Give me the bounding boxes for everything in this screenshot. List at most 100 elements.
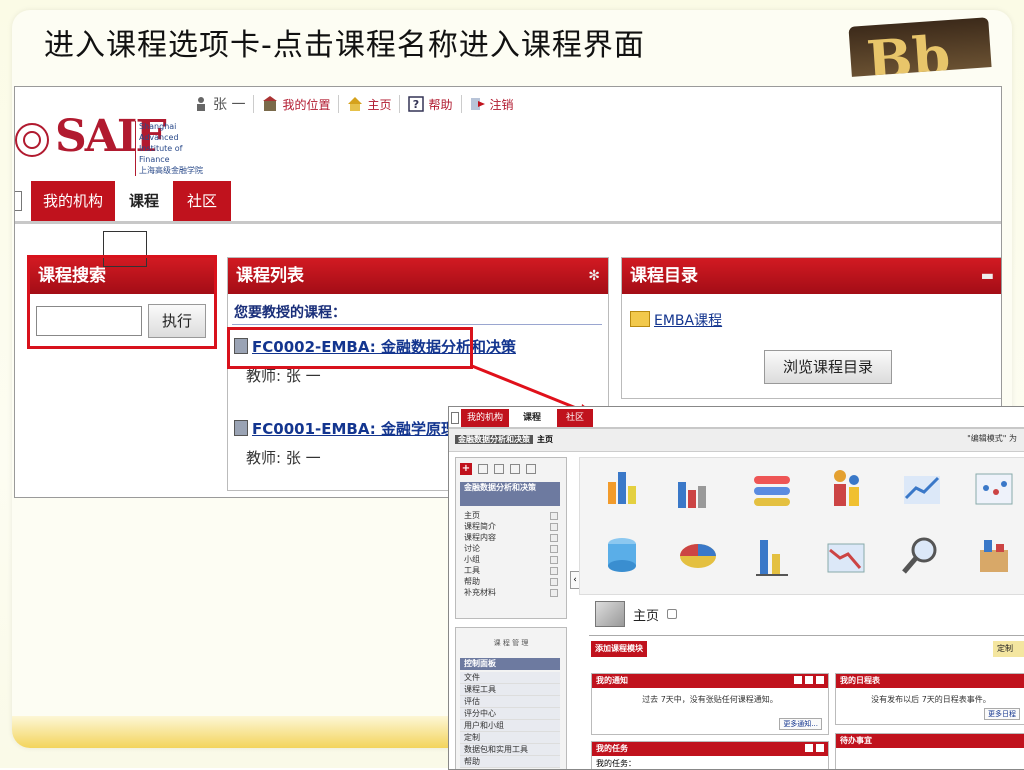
control-panel-item[interactable]: 用户和小组: [460, 720, 560, 732]
module-close-icon[interactable]: [816, 676, 824, 684]
saif-seal-icon: [15, 123, 49, 157]
scatter-icon: [975, 473, 1013, 505]
menu-item[interactable]: 课程简介: [464, 521, 560, 532]
calendar-body: 没有发布以后 7天的日程表事件。: [871, 695, 991, 704]
column-icon: [756, 540, 788, 576]
pie-chart-icon: [680, 544, 716, 568]
control-panel-item[interactable]: 文件: [460, 672, 560, 684]
breadcrumb-bar: 金融数据分析和决策 主页 "编辑模式" 为: [449, 429, 1024, 452]
course-list-subtitle: 您要教授的课程：: [234, 305, 346, 321]
course-menu-title: 金融数据分析和决策: [460, 482, 560, 506]
calendar-module: 我的日程表 没有发布以后 7天的日程表事件。 更多日程: [835, 673, 1024, 725]
home-icon: [348, 97, 363, 111]
menu-item[interactable]: 工具: [464, 565, 560, 576]
help-link[interactable]: ? 帮助: [408, 96, 453, 113]
todo-title: 待办事宜: [840, 736, 872, 745]
user-menu[interactable]: 张 一: [193, 94, 245, 114]
trend-down-icon: [827, 543, 865, 573]
cylinder-icon: [608, 538, 636, 572]
home-page-icon: [595, 601, 625, 627]
breadcrumb-home: 主页: [537, 435, 553, 444]
control-panel-item[interactable]: 评分中心: [460, 708, 560, 720]
building-icon: [263, 96, 278, 111]
menu-item[interactable]: 主页: [464, 510, 560, 521]
module-minimize-icon[interactable]: [805, 744, 813, 752]
module-close-icon[interactable]: [816, 744, 824, 752]
tab-courses[interactable]: 课程: [511, 409, 553, 427]
notices-module: 我的通知 过去 7天中，没有张贴任何课程通知。 更多通知...: [591, 673, 829, 735]
tab-community[interactable]: 社区: [173, 181, 231, 221]
box-icon: [980, 540, 1008, 572]
list-item: FC0001-EMBA: 金融学原理 教师: 张 一: [234, 418, 456, 468]
toolbar-icon[interactable]: [494, 464, 504, 474]
people-chart-icon: [834, 470, 859, 506]
more-notices-button[interactable]: 更多通知...: [779, 718, 822, 730]
course-list-title: 课程列表: [236, 266, 304, 286]
course-management-title: 课 程 管 理: [493, 639, 529, 647]
notices-body: 过去 7天中，没有张贴任何课程通知。: [642, 695, 778, 704]
menu-item[interactable]: 课程内容: [464, 532, 560, 543]
user-icon: [197, 97, 205, 111]
blackboard-logo: Bb: [848, 17, 992, 77]
menu-item[interactable]: 补充材料: [464, 587, 560, 598]
tab-my-institution[interactable]: 我的机构: [461, 409, 509, 427]
settings-icon[interactable]: ✻: [588, 258, 600, 294]
course-banner: [579, 457, 1024, 595]
search-highlight-box: [27, 255, 217, 349]
chevron-down-icon[interactable]: [667, 609, 678, 619]
my-location-link[interactable]: 我的位置: [262, 96, 330, 113]
control-panel-item[interactable]: 帮助: [460, 756, 560, 768]
catalog-folder-link[interactable]: EMBA课程: [654, 313, 722, 329]
logout-link[interactable]: 注销: [470, 96, 514, 113]
folder-icon: [630, 311, 650, 327]
menu-item[interactable]: 小组: [464, 554, 560, 565]
tab-community[interactable]: 社区: [557, 409, 593, 427]
customize-button[interactable]: 定制: [993, 641, 1024, 657]
line-chart-icon: [904, 476, 940, 504]
course-link[interactable]: FC0001-EMBA: 金融学原理: [252, 420, 456, 438]
control-panel-item[interactable]: 课程工具: [460, 684, 560, 696]
svg-text:?: ?: [413, 98, 419, 111]
saif-subtitle: Shanghai Advanced Institute of Finance 上…: [135, 121, 215, 176]
course-menu: + 金融数据分析和决策 主页 课程简介 课程内容 讨论 小组 工具 帮助 补充材…: [455, 457, 567, 619]
module-settings-icon[interactable]: [794, 676, 802, 684]
browse-catalog-button[interactable]: 浏览课程目录: [764, 350, 892, 384]
menu-item[interactable]: 帮助: [464, 576, 560, 587]
help-icon: ?: [408, 96, 425, 112]
catalog-folder[interactable]: EMBA课程: [630, 310, 722, 330]
home-link[interactable]: 主页: [347, 96, 391, 113]
tasks-title: 我的任务: [596, 744, 628, 753]
toolbar-icon[interactable]: [526, 464, 536, 474]
control-panel-item[interactable]: 评估: [460, 696, 560, 708]
add-course-module-button[interactable]: 添加课程模块: [591, 641, 647, 657]
control-panel-item[interactable]: 数据包和实用工具: [460, 744, 560, 756]
control-panel-item[interactable]: 定制: [460, 732, 560, 744]
tab-courses[interactable]: 课程: [115, 181, 173, 221]
tab-my-institution[interactable]: 我的机构: [31, 181, 115, 221]
breadcrumb-course[interactable]: 金融数据分析和决策: [455, 435, 533, 444]
home-heading: 主页: [595, 601, 678, 627]
course-catalog-panel: 课程目录 ▬ EMBA课程 浏览课程目录: [621, 257, 1001, 399]
book-icon: [234, 420, 248, 436]
user-name: 张 一: [213, 97, 246, 113]
logout-icon: [470, 98, 485, 110]
tasks-body: 我的任务：: [596, 759, 636, 768]
blackboard-logo-text: Bb: [864, 23, 953, 77]
saif-logo: SAIF Shanghai Advanced Institute of Fina…: [15, 107, 215, 176]
toolbar-icon[interactable]: [478, 464, 488, 474]
progress-icon: [754, 476, 790, 506]
tasks-module: 我的任务 我的任务：: [591, 741, 829, 769]
window-icon[interactable]: ▬: [981, 258, 994, 294]
notices-title: 我的通知: [596, 676, 628, 685]
calendar-title: 我的日程表: [840, 676, 880, 685]
more-calendar-button[interactable]: 更多日程: [984, 708, 1020, 720]
add-menu-item-button[interactable]: +: [460, 463, 472, 475]
slide-title: 进入课程选项卡-点击课程名称进入课程界面: [44, 28, 645, 63]
magnifier-icon: [902, 537, 937, 574]
todo-module: 待办事宜: [835, 733, 1024, 769]
menu-item[interactable]: 讨论: [464, 543, 560, 554]
module-minimize-icon[interactable]: [805, 676, 813, 684]
course-catalog-title: 课程目录: [630, 266, 698, 286]
toolbar-icon[interactable]: [510, 464, 520, 474]
control-panel-title[interactable]: 控制面板: [460, 658, 560, 670]
